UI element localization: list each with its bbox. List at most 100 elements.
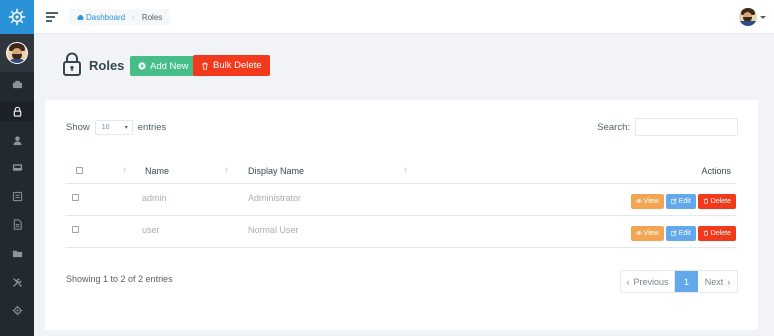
row-actions-cell: View Edit Delete (414, 215, 736, 248)
table-info: Showing 1 to 2 of 2 entries (66, 274, 173, 284)
table-row: user Normal User View Edit Delete (66, 215, 736, 248)
row-checkbox[interactable] (72, 193, 79, 201)
entries-label: entries (137, 122, 167, 133)
trash-icon (703, 230, 708, 236)
column-label-display-name: Display Name (248, 165, 305, 176)
row-actions-cell: View Edit Delete (414, 183, 736, 216)
page-header: Roles Add New Bulk Delete (34, 35, 774, 91)
sort-icon: ⇕ (224, 168, 230, 174)
delete-label: Delete (710, 229, 731, 237)
bulk-delete-label: Bulk Delete (213, 60, 262, 71)
breadcrumb-home-label: Dashboard (86, 12, 126, 22)
search-control: Search: (597, 118, 738, 136)
column-header-display-name[interactable]: Display Name ⇕ (234, 159, 414, 184)
chevron-down-icon: ▾ (124, 125, 128, 131)
sort-icon: ⇕ (403, 168, 409, 174)
breadcrumb-separator: › (132, 12, 135, 22)
next-page-button[interactable]: Next › (698, 271, 737, 292)
view-label: View (643, 197, 659, 205)
sidebar-item-folders[interactable] (0, 243, 34, 263)
user-icon (12, 135, 22, 145)
inbox-icon (12, 163, 22, 171)
avatar (6, 42, 28, 64)
search-label: Search: (597, 121, 630, 133)
helm-icon (8, 8, 26, 26)
folder-icon (12, 250, 22, 257)
app-logo[interactable] (0, 0, 34, 34)
roles-table: ⇕ Name ⇕ Display Name ⇕ Actions admin Ad… (66, 159, 736, 248)
breadcrumb: Dashboard › Roles (69, 9, 171, 25)
sidebar (0, 0, 34, 336)
previous-page-button[interactable]: ‹ Previous (621, 271, 675, 292)
dashboard-icon (77, 14, 84, 20)
role-display-name-cell: Normal User (234, 215, 414, 248)
caret-down-icon (760, 15, 766, 19)
show-label: Show (66, 122, 90, 133)
eye-icon (635, 199, 642, 203)
column-header-actions: Actions (414, 159, 736, 184)
sidebar-user[interactable] (0, 34, 34, 72)
page-1-button[interactable]: 1 (675, 271, 698, 292)
search-input[interactable] (635, 118, 738, 136)
trash-icon (703, 198, 708, 204)
roles-panel: Show 10 ▾ entries Search: ⇕ Name ⇕ Displ… (45, 100, 758, 330)
next-label: Next (704, 276, 724, 287)
role-name-cell: admin (126, 183, 234, 216)
document-icon (12, 191, 22, 201)
lock-icon (63, 52, 81, 76)
chevron-left-icon: ‹ (626, 276, 630, 287)
breadcrumb-home-link[interactable]: Dashboard (77, 13, 125, 22)
sidebar-item-documents[interactable] (0, 186, 34, 206)
entries-select[interactable]: 10 ▾ (94, 120, 133, 135)
column-label-name: Name (145, 165, 170, 176)
edit-label: Edit (678, 197, 691, 205)
edit-button[interactable]: Edit (665, 225, 696, 241)
delete-button[interactable]: Delete (697, 225, 736, 241)
add-new-button[interactable]: Add New (130, 56, 197, 76)
sidebar-item-dashboard[interactable] (0, 74, 34, 94)
file-icon (13, 218, 22, 230)
pagination: ‹ Previous 1 Next › (620, 270, 738, 293)
role-name-cell: user (126, 215, 234, 248)
sidebar-item-inbox[interactable] (0, 157, 34, 177)
lock-icon (13, 106, 21, 117)
sidebar-item-tools[interactable] (0, 272, 34, 292)
delete-label: Delete (710, 197, 731, 205)
user-menu[interactable] (739, 8, 766, 26)
sidebar-item-users[interactable] (0, 130, 34, 150)
sidebar-item-roles[interactable] (0, 101, 34, 121)
edit-button[interactable]: Edit (665, 193, 696, 209)
view-label: View (643, 229, 659, 237)
tools-icon (12, 277, 22, 287)
bulk-delete-button[interactable]: Bulk Delete (193, 55, 270, 76)
sidebar-item-settings[interactable] (0, 300, 34, 320)
trash-icon (202, 62, 208, 70)
previous-label: Previous (633, 276, 669, 287)
edit-icon (671, 198, 677, 204)
settings-icon (12, 305, 22, 315)
add-new-label: Add New (150, 60, 189, 72)
row-checkbox[interactable] (72, 225, 79, 233)
breadcrumb-current: Roles (141, 12, 163, 22)
view-button[interactable]: View (630, 193, 664, 209)
menu-toggle-button[interactable] (46, 12, 58, 22)
dashboard-icon (12, 80, 22, 88)
topbar: Dashboard › Roles (34, 0, 774, 34)
chevron-right-icon: › (727, 276, 731, 287)
column-header-name[interactable]: Name ⇕ (126, 159, 234, 184)
edit-label: Edit (678, 229, 691, 237)
role-display-name-cell: Administrator (234, 183, 414, 216)
select-all-checkbox[interactable] (76, 166, 83, 174)
view-button[interactable]: View (630, 225, 664, 241)
table-header-row: ⇕ Name ⇕ Display Name ⇕ Actions (66, 159, 736, 184)
column-label-actions: Actions (701, 165, 731, 176)
page-title: Roles (89, 58, 125, 73)
select-all-header: ⇕ (66, 159, 127, 184)
sidebar-item-files[interactable] (0, 214, 34, 234)
row-select-cell (66, 183, 126, 216)
delete-button[interactable]: Delete (697, 193, 736, 209)
row-select-cell (66, 215, 126, 248)
entries-length-control: Show 10 ▾ entries (66, 120, 166, 135)
plus-circle-icon (138, 62, 146, 70)
edit-icon (671, 230, 677, 236)
